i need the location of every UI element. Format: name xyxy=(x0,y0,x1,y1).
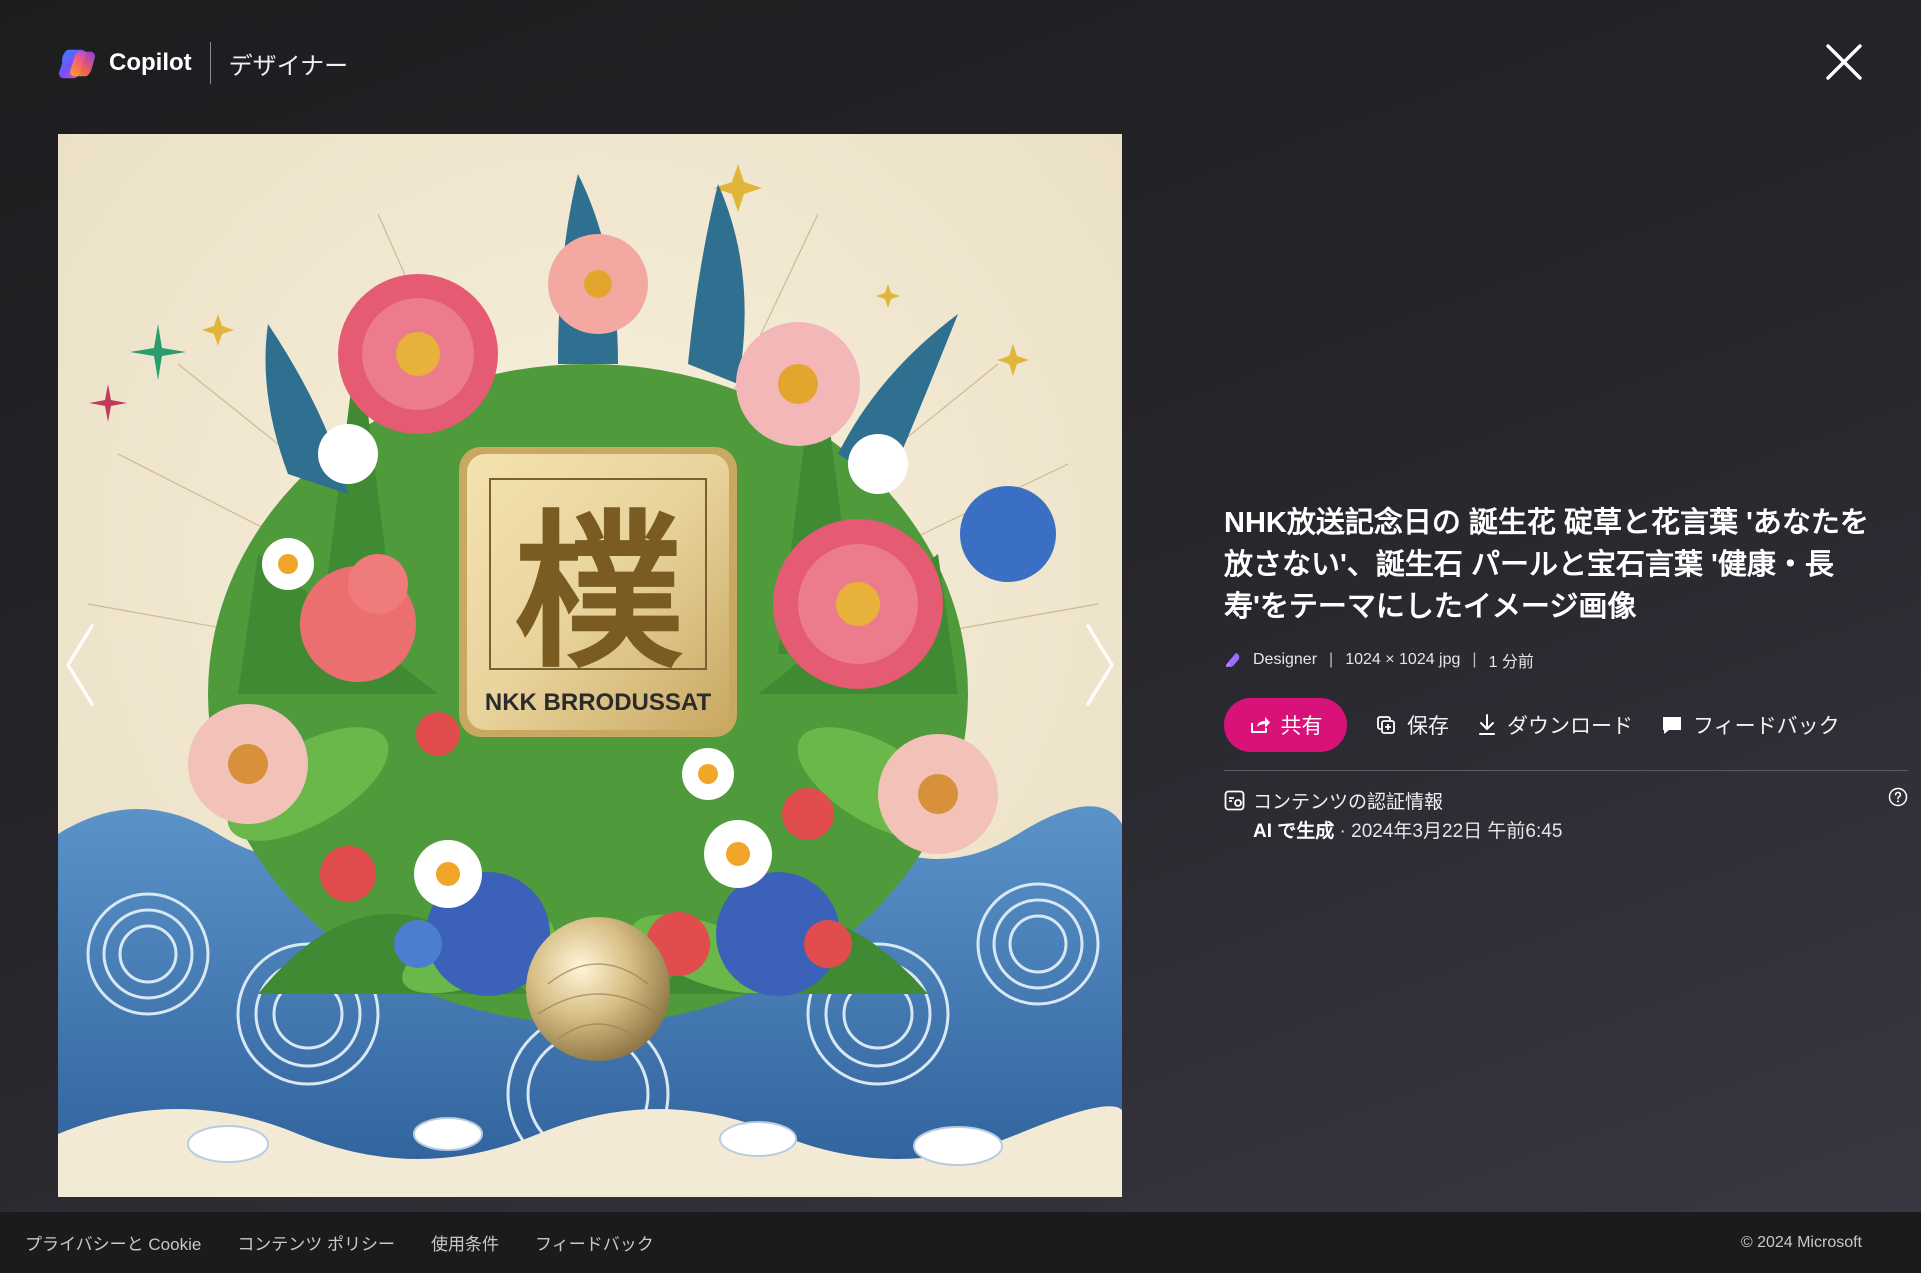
feedback-icon xyxy=(1663,717,1681,734)
footer-link-terms[interactable]: 使用条件 xyxy=(431,1230,499,1255)
meta-separator: | xyxy=(1329,651,1334,668)
page-footer: プライバシーと Cookie コンテンツ ポリシー 使用条件 フィードバック ©… xyxy=(0,1212,1921,1273)
header-divider xyxy=(209,42,211,84)
next-image-icon[interactable] xyxy=(1080,620,1120,710)
save-collection-icon xyxy=(1377,716,1395,734)
content-credentials-icon xyxy=(1224,790,1245,811)
feedback-label: フィードバック xyxy=(1693,715,1840,738)
download-icon xyxy=(1479,714,1495,735)
product-name: デザイナー xyxy=(228,52,349,80)
sign-character: 樸 xyxy=(514,493,683,691)
footer-link-content-policy[interactable]: コンテンツ ポリシー xyxy=(237,1230,395,1255)
image-title: NHK放送記念日の 誕生花 碇草と花言葉 'あなたを放さない'、誕生石 パールと… xyxy=(1224,507,1869,623)
image-meta: Designer | 1024 × 1024 jpg | 1 分前 xyxy=(1224,648,1884,672)
feedback-button[interactable]: フィードバック xyxy=(1661,710,1840,740)
help-icon[interactable] xyxy=(1888,787,1908,807)
download-button[interactable]: ダウンロード xyxy=(1477,710,1633,740)
credentials-detail: AI で生成 · 2024年3月22日 午前6:45 xyxy=(1253,816,1908,843)
image-detail-panel: NHK放送記念日の 誕生花 碇草と花言葉 'あなたを放さない'、誕生石 パールと… xyxy=(1224,502,1908,843)
designer-icon xyxy=(1226,653,1240,667)
share-button[interactable]: 共有 xyxy=(1224,698,1347,752)
share-icon xyxy=(1250,717,1270,733)
save-label: 保存 xyxy=(1407,715,1449,738)
copilot-logo-icon[interactable] xyxy=(58,44,96,82)
image-artwork: 樸 NKK BRRODUSSAT xyxy=(58,134,1122,1197)
meta-source: Designer xyxy=(1253,651,1318,668)
close-icon[interactable] xyxy=(1822,40,1866,84)
sign-text: NKK BRRODUSSAT xyxy=(485,689,712,716)
credentials-heading: コンテンツの認証情報 xyxy=(1253,792,1444,813)
footer-link-privacy[interactable]: プライバシーと Cookie xyxy=(25,1230,201,1255)
credentials-date: · 2024年3月22日 午前6:45 xyxy=(1334,821,1563,842)
share-label: 共有 xyxy=(1280,715,1323,738)
meta-time: 1 分前 xyxy=(1488,654,1534,671)
brand-name[interactable]: Copilot xyxy=(109,49,192,77)
ai-generated-label: AI で生成 xyxy=(1253,821,1335,842)
content-credentials: コンテンツの認証情報 AI で生成 · 2024年3月22日 午前6:45 xyxy=(1224,787,1908,843)
footer-link-feedback[interactable]: フィードバック xyxy=(535,1230,654,1255)
footer-links: プライバシーと Cookie コンテンツ ポリシー 使用条件 フィードバック xyxy=(25,1230,690,1255)
generated-image[interactable]: 樸 NKK BRRODUSSAT xyxy=(58,134,1122,1197)
copyright: © 2024 Microsoft xyxy=(1740,1233,1862,1251)
app-header: Copilot デザイナー xyxy=(58,40,348,86)
download-label: ダウンロード xyxy=(1507,715,1633,738)
panel-divider xyxy=(1224,770,1908,771)
meta-dimensions: 1024 × 1024 jpg xyxy=(1345,651,1461,668)
save-button[interactable]: 保存 xyxy=(1375,710,1449,740)
meta-separator: | xyxy=(1472,651,1477,668)
previous-image-icon[interactable] xyxy=(60,620,100,710)
action-bar: 共有 保存 ダウンロード フィードバック xyxy=(1224,698,1884,752)
